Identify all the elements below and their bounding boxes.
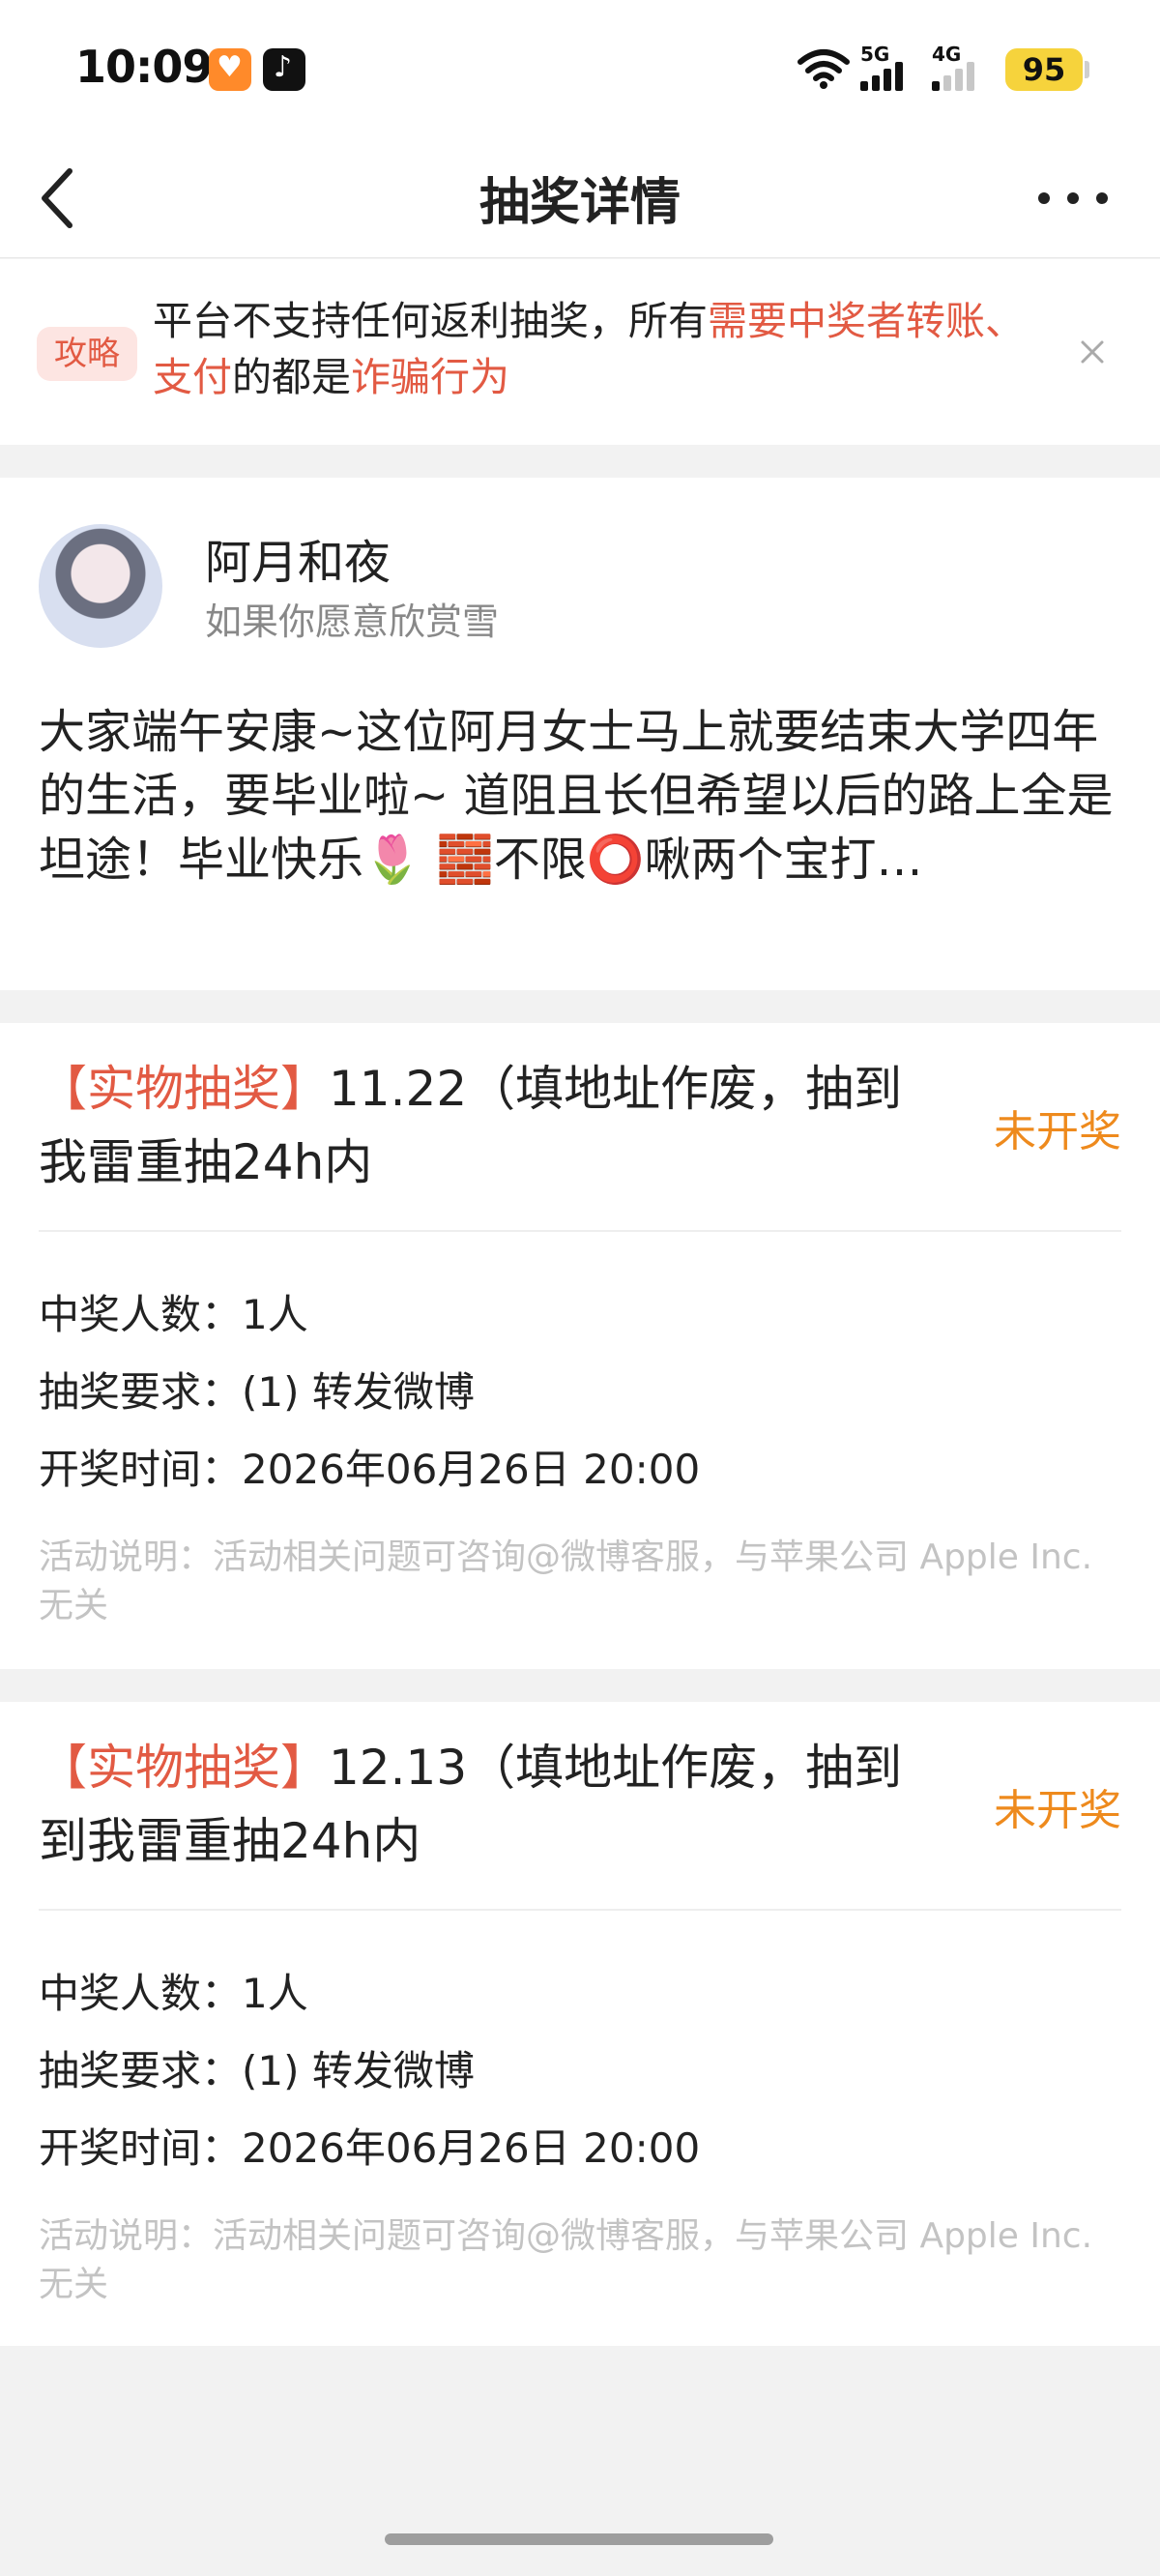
battery-tip xyxy=(1085,61,1089,78)
battery-indicator: 95 xyxy=(1005,48,1083,91)
lottery-draw-time: 开奖时间：2026年06月26日 20:00 xyxy=(39,1446,701,1493)
tip-highlight-2: 诈骗行为 xyxy=(351,354,509,400)
lottery-tag: 【实物抽奖】 xyxy=(39,1740,329,1796)
author-name[interactable]: 阿月和夜 xyxy=(205,524,391,592)
wifi-icon xyxy=(798,49,850,89)
author-subtitle: 如果你愿意欣赏雪 xyxy=(205,600,500,643)
lottery-card[interactable]: 【实物抽奖】12.13（填地址作废，抽到到我雷重抽24h内 未开奖 中奖人数：1… xyxy=(0,1702,1160,2346)
lottery-winners: 中奖人数：1人 xyxy=(39,1970,308,2017)
tip-banner: 攻略 平台不支持任何返利抽奖，所有需要中奖者转账、支付的都是诈骗行为 xyxy=(0,259,1160,445)
lottery-winners: 中奖人数：1人 xyxy=(39,1291,308,1338)
lottery-title: 【实物抽奖】12.13（填地址作废，抽到到我雷重抽24h内 xyxy=(39,1731,938,1878)
lottery-status: 未开奖 xyxy=(994,1107,1121,1156)
divider xyxy=(39,1909,1121,1911)
tip-badge: 攻略 xyxy=(37,327,137,381)
lottery-tag: 【实物抽奖】 xyxy=(39,1061,329,1117)
avatar[interactable] xyxy=(39,524,162,648)
tip-text-part-1: 平台不支持任何返利抽奖，所有 xyxy=(153,298,708,344)
lottery-note: 活动说明：活动相关问题可咨询@微博客服，与苹果公司 Apple Inc. 无关 xyxy=(39,1537,1093,1625)
more-dots-icon[interactable] xyxy=(1034,169,1112,227)
lottery-card[interactable]: 【实物抽奖】11.22（填地址作废，抽到我雷重抽24h内 未开奖 中奖人数：1人… xyxy=(0,1023,1160,1669)
tiktok-icon xyxy=(263,48,305,91)
lottery-note: 活动说明：活动相关问题可咨询@微博客服，与苹果公司 Apple Inc. 无关 xyxy=(39,2216,1093,2304)
tip-text: 平台不支持任何返利抽奖，所有需要中奖者转账、支付的都是诈骗行为 xyxy=(153,293,1042,405)
heart-app-icon xyxy=(209,48,251,91)
status-bar: 10:09 5G 4G 95 xyxy=(0,0,1160,140)
lottery-status: 未开奖 xyxy=(994,1786,1121,1835)
lottery-requirement: 抽奖要求：(1) 转发微博 xyxy=(39,2047,475,2094)
lottery-draw-time: 开奖时间：2026年06月26日 20:00 xyxy=(39,2124,701,2172)
lottery-title: 【实物抽奖】11.22（填地址作废，抽到我雷重抽24h内 xyxy=(39,1052,938,1199)
post-card[interactable]: 阿月和夜 如果你愿意欣赏雪 大家端午安康~这位阿月女士马上就要结束大学四年的生活… xyxy=(0,478,1160,990)
lottery-requirement: 抽奖要求：(1) 转发微博 xyxy=(39,1368,475,1416)
tip-text-part-2: 的都是 xyxy=(232,354,351,400)
close-icon[interactable] xyxy=(1073,333,1112,371)
home-indicator[interactable] xyxy=(385,2533,773,2545)
post-content[interactable]: 大家端午安康~这位阿月女士马上就要结束大学四年的生活，要毕业啦~ 道阻且长但希望… xyxy=(39,700,1121,892)
nav-bar: 抽奖详情 xyxy=(0,140,1160,258)
divider xyxy=(39,1230,1121,1232)
status-time: 10:09 xyxy=(75,41,213,93)
page-title: 抽奖详情 xyxy=(478,174,681,232)
